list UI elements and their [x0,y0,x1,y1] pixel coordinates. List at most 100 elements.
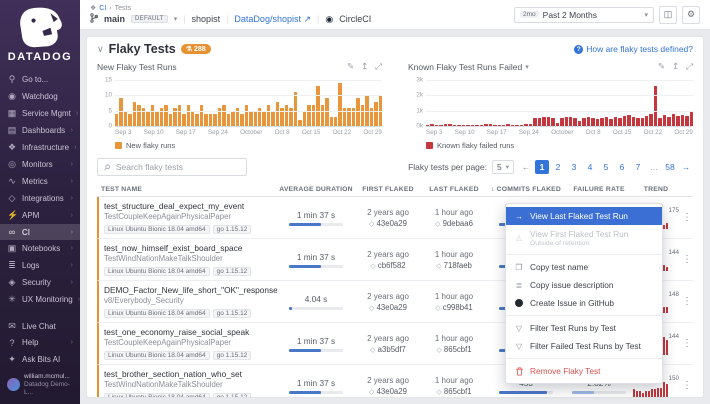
page-button-7[interactable]: 7 [631,160,645,174]
column-header-first-flaked[interactable]: FIRST FLAKED [355,186,421,193]
expand-icon[interactable]: ⤢ [375,61,382,72]
sidebar-item-ci[interactable]: ∞CI› [0,224,80,240]
commit-icon: ◇ [369,221,374,228]
row-actions-button[interactable]: ⋮ [679,296,695,307]
row-actions-button[interactable]: ⋮ [679,338,695,349]
menu-item-filter-failed-test-runs-by-test[interactable]: ▽Filter Failed Test Runs by Test [506,337,662,355]
sidebar-item-logs[interactable]: ≣Logs› [0,257,80,274]
bar-plot[interactable]: 151050 [115,77,382,127]
page-button-2[interactable]: 2 [551,160,565,174]
column-header-last-flaked[interactable]: LAST FLAKED [421,186,487,193]
user-menu[interactable]: william.mcmul... Datadog Demo-L... [0,368,80,404]
edit-chart-icon[interactable]: ✎ [347,61,354,72]
sidebar-item-live-chat[interactable]: ✉Live Chat [0,318,80,335]
menu-item-remove-flaky-test[interactable]: Remove Flaky Test [506,362,662,380]
sidebar-item-metrics[interactable]: ∿Metrics› [0,173,80,190]
menu-item-create-issue-in-github[interactable]: Create Issue in GitHub [506,294,662,312]
chevron-down-icon[interactable]: ▾ [525,63,529,71]
first-flaked-commit[interactable]: ◇ cb6f582 [355,261,421,270]
chart-bar [489,124,492,126]
row-actions-button[interactable]: ⋮ [679,212,695,223]
breadcrumb-section[interactable]: CI [99,5,106,12]
bar-plot[interactable]: 3k2k1k0k [426,77,693,127]
chart-bar [155,111,158,126]
chevron-down-icon[interactable]: ▾ [174,15,178,23]
sidebar-item-security[interactable]: ◈Security› [0,274,80,291]
page-button-3[interactable]: 3 [567,160,581,174]
settings-button[interactable]: ⚙ [682,6,700,24]
menu-item-view-last-flaked-test-run[interactable]: →View Last Flaked Test Run [506,207,662,225]
service-name[interactable]: shopist [192,14,221,24]
sidebar-item-notebooks[interactable]: ▣Notebooks› [0,240,80,257]
chart-title[interactable]: Known Flaky Test Runs Failed [408,62,522,72]
sidebar-item-watchdog[interactable]: ◉Watchdog [0,88,80,105]
help-link[interactable]: ?How are flaky tests defined? [574,44,693,54]
row-actions-button[interactable]: ⋮ [679,380,695,391]
chevron-right-icon: › [74,144,76,151]
sidebar-item-monitors[interactable]: ◎Monitors› [0,156,80,173]
column-header-average-duration[interactable]: AVERAGE DURATION [277,186,355,193]
sidebar-item-label: CI [22,228,30,237]
gridline [426,80,693,81]
trend-bar [663,265,665,270]
chart-bar [426,125,429,126]
datadog-logo[interactable]: DATADOG [0,0,80,67]
github-icon [514,299,524,307]
expand-icon[interactable]: ⤢ [686,61,693,72]
column-header-trend[interactable]: TREND [633,186,679,193]
legend-label: New flaky runs [126,141,175,150]
metrics-icon: ∿ [7,176,17,187]
sidebar-item-service-mgmt[interactable]: ▦Service Mgmt› [0,105,80,122]
edit-chart-icon[interactable]: ✎ [658,61,665,72]
export-icon[interactable]: ↥ [361,61,368,72]
sidebar-item-ux-monitoring[interactable]: ✳UX Monitoring› [0,291,80,308]
sidebar-item-ask-bits-ai[interactable]: ✦Ask Bits AI [0,351,80,368]
y-axis-label: 10 [105,92,112,99]
last-flaked-commit[interactable]: ◇ 865cbf1 [421,387,487,396]
page-button-6[interactable]: 6 [615,160,629,174]
column-header-test-name[interactable]: TEST NAME [97,186,277,193]
sidebar-item-go-to[interactable]: ⚲Go to... [0,71,80,88]
first-flaked-commit[interactable]: ◇ 43e0a29 [355,303,421,312]
repo-link[interactable]: DataDog/shopist ↗ [234,14,311,25]
per-page-select[interactable]: 5 ▾ [492,160,514,174]
sidebar-item-help[interactable]: ?Help› [0,335,80,351]
first-flaked-commit[interactable]: ◇ 43e0a29 [355,219,421,228]
menu-item-copy-test-name[interactable]: ❐Copy test name [506,258,662,276]
column-header-commits-flaked[interactable]: ↓ COMMITS FLAKED [487,186,565,193]
search-box[interactable]: ⚲ [97,158,247,176]
last-flaked-commit[interactable]: ◇ 865cbf1 [421,345,487,354]
column-header-failure-rate[interactable]: FAILURE RATE [565,186,633,193]
trash-icon [514,367,524,376]
sidebar-item-dashboards[interactable]: ▤Dashboards› [0,122,80,139]
page-button-5[interactable]: 5 [599,160,613,174]
header-left: ❖ CI › Tests main DEFAULT ▾ | shopist | … [90,4,371,25]
export-icon[interactable]: ↥ [672,61,679,72]
sidebar-nav: ⚲Go to...◉Watchdog▦Service Mgmt›▤Dashboa… [0,71,80,308]
chart-bar [249,111,252,126]
split-view-button[interactable]: ◫ [659,6,677,24]
branch-name[interactable]: main [104,14,125,24]
last-flaked-commit[interactable]: ◇ 718faeb [421,261,487,270]
last-flaked-commit[interactable]: ◇ 9debaa6 [421,219,487,228]
sidebar-item-apm[interactable]: ⚡APM› [0,207,80,224]
time-range-select[interactable]: 2mo Past 2 Months ▾ [514,7,654,23]
prev-page-button[interactable]: ← [519,160,533,174]
first-flaked-commit[interactable]: ◇ 43e0a29 [355,387,421,396]
sidebar-item-infrastructure[interactable]: ❖Infrastructure› [0,139,80,156]
menu-item-filter-test-runs-by-test[interactable]: ▽Filter Test Runs by Test [506,319,662,337]
chart-bar [484,124,487,126]
next-page-button[interactable]: → [679,160,693,174]
last-flaked-commit[interactable]: ◇ c998b41 [421,303,487,312]
x-tick-label: Sep 10 [144,129,164,136]
sidebar-item-integrations[interactable]: ◇Integrations› [0,190,80,207]
first-flaked-commit[interactable]: ◇ a3b5df7 [355,345,421,354]
page-button-4[interactable]: 4 [583,160,597,174]
page-button-58[interactable]: 58 [663,160,677,174]
page-button-1[interactable]: 1 [535,160,549,174]
row-actions-button[interactable]: ⋮ [679,254,695,265]
collapse-caret-icon[interactable]: ∨ [97,44,104,55]
menu-item-copy-issue-description[interactable]: ≣Copy issue description [506,276,662,294]
search-input[interactable] [114,161,240,173]
copy-icon: ❐ [514,263,524,272]
